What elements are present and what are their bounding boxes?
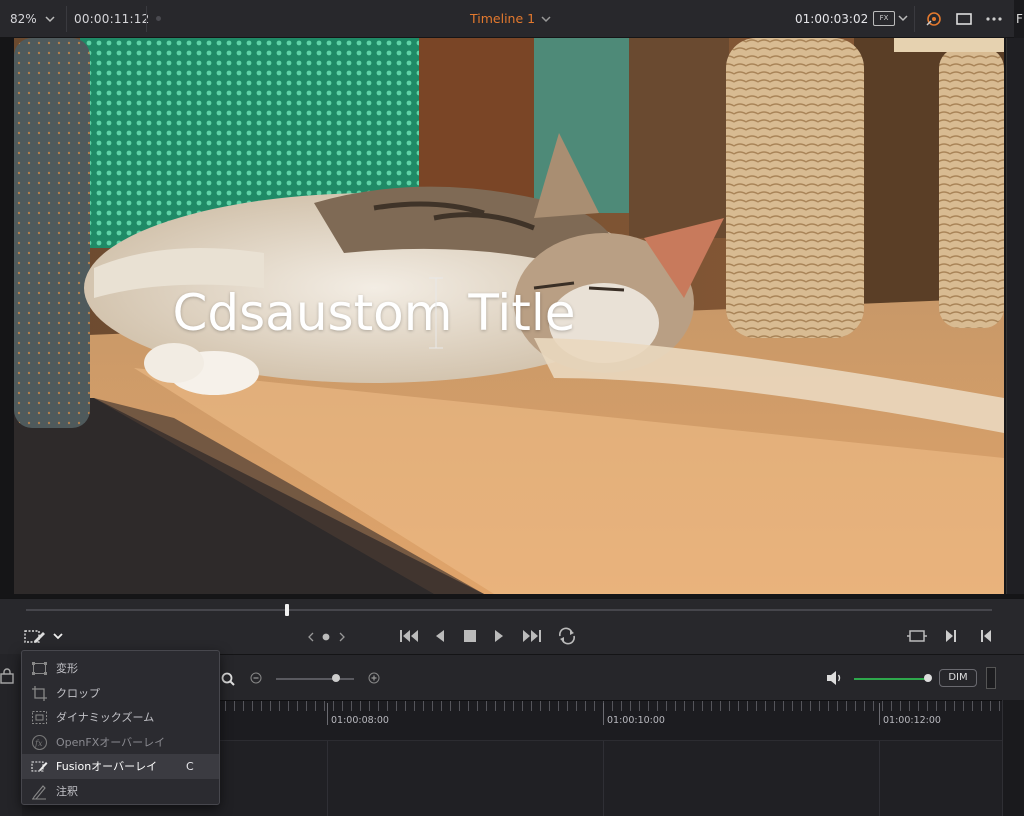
video-frame[interactable]: Cdsaustom Title xyxy=(14,38,1004,594)
crop-icon xyxy=(32,685,47,701)
menu-item-transform[interactable]: 変形 xyxy=(22,656,219,681)
panel-edge-label: F xyxy=(1014,0,1024,38)
track-header-stub xyxy=(0,654,22,816)
zoom-timeline-icon[interactable] xyxy=(220,671,236,687)
color-picker-icon[interactable] xyxy=(924,10,944,28)
source-timecode: 00:00:11:12 xyxy=(74,12,150,26)
play-reverse-icon[interactable] xyxy=(434,629,446,643)
menu-item-label: OpenFXオーバーレイ xyxy=(56,735,166,749)
dynamic-zoom-icon xyxy=(32,711,47,724)
zoom-in-icon[interactable] xyxy=(368,672,380,684)
divider xyxy=(66,6,67,32)
timeline-zoom-slider[interactable] xyxy=(276,678,354,680)
menu-item-label: 注釈 xyxy=(56,784,78,798)
ruler-label: 01:00:08:00 xyxy=(331,715,389,726)
zoom-value: 82% xyxy=(10,12,37,26)
play-icon[interactable] xyxy=(493,629,505,643)
annotation-icon xyxy=(32,784,46,800)
transport-bar xyxy=(0,598,1024,654)
speaker-icon[interactable] xyxy=(826,670,844,686)
menu-item-label: ダイナミックズーム xyxy=(56,711,155,725)
menu-item-crop[interactable]: クロップ xyxy=(22,681,219,706)
previous-marker-icon[interactable] xyxy=(306,631,316,643)
loop-icon[interactable] xyxy=(556,627,578,645)
text-cursor-icon xyxy=(429,277,443,349)
stop-icon[interactable] xyxy=(463,629,477,643)
ruler-major-tick xyxy=(879,703,880,725)
zoom-dropdown[interactable]: 82% xyxy=(10,9,55,29)
chevron-down-icon xyxy=(541,15,551,22)
fx-bypass-icon[interactable]: FX xyxy=(873,11,895,26)
ruler-major-tick xyxy=(327,703,328,725)
chevron-down-icon[interactable] xyxy=(898,11,908,25)
scrub-bar[interactable] xyxy=(26,609,992,611)
menu-item-dynamic-zoom[interactable]: ダイナミックズーム xyxy=(22,705,219,730)
menu-item-label: Fusionオーバーレイ xyxy=(56,760,158,774)
zoom-out-icon[interactable] xyxy=(250,672,262,684)
timeline-name: Timeline 1 xyxy=(470,11,536,26)
fusion-overlay-icon xyxy=(31,761,48,772)
transform-icon xyxy=(32,662,47,675)
overlay-mode-menu: 変形 クロップ ダイナミックズーム fx OpenFXオーバーレイ Fusion… xyxy=(21,650,220,805)
viewer-mode-icon[interactable] xyxy=(955,10,973,28)
audio-meter xyxy=(986,667,996,689)
viewer-side-strip xyxy=(1006,38,1024,594)
previous-clip-icon[interactable] xyxy=(979,629,993,643)
go-to-end-icon[interactable] xyxy=(520,629,542,643)
volume-slider[interactable] xyxy=(854,678,926,680)
vertical-scrollbar[interactable] xyxy=(1002,700,1024,816)
ruler-major-tick xyxy=(603,703,604,725)
ruler-label: 01:00:12:00 xyxy=(883,715,941,726)
playhead-handle[interactable] xyxy=(284,604,289,616)
next-marker-icon[interactable] xyxy=(337,631,347,643)
menu-item-openfx-overlay[interactable]: fx OpenFXオーバーレイ xyxy=(22,730,219,755)
dim-button[interactable]: DIM xyxy=(939,669,977,687)
match-frame-icon[interactable] xyxy=(906,628,928,644)
viewer: Cdsaustom Title xyxy=(0,38,1024,598)
divider xyxy=(146,6,147,32)
timeline-selector[interactable]: Timeline 1 xyxy=(470,11,551,26)
ruler-label: 01:00:10:00 xyxy=(607,715,665,726)
menu-item-annotation[interactable]: 注釈 xyxy=(22,779,219,804)
menu-item-shortcut: C xyxy=(186,759,194,773)
viewer-header: 82% 00:00:11:12 Timeline 1 01:00:03:02 F… xyxy=(0,0,1024,38)
lock-icon[interactable] xyxy=(0,668,14,684)
marker-dot-icon[interactable] xyxy=(321,632,331,642)
next-clip-icon[interactable] xyxy=(944,629,958,643)
openfx-icon: fx xyxy=(31,734,48,750)
record-timecode: 01:00:03:02 xyxy=(795,12,869,26)
grid-line xyxy=(603,741,604,816)
go-to-start-icon[interactable] xyxy=(399,629,421,643)
divider xyxy=(914,6,915,32)
more-options-icon[interactable] xyxy=(985,10,1003,28)
menu-item-label: クロップ xyxy=(56,686,100,700)
menu-item-label: 変形 xyxy=(56,662,78,676)
overlay-tool-icon[interactable] xyxy=(23,627,47,647)
status-dot xyxy=(156,16,161,21)
svg-text:fx: fx xyxy=(34,739,43,748)
title-overlay-text[interactable]: Cdsaustom Title xyxy=(14,284,734,342)
chevron-down-icon[interactable] xyxy=(52,631,64,641)
grid-line xyxy=(327,741,328,816)
menu-item-fusion-overlay[interactable]: Fusionオーバーレイ C xyxy=(22,754,219,779)
volume-knob-icon[interactable] xyxy=(923,673,933,683)
chevron-down-icon xyxy=(45,16,55,23)
grid-line xyxy=(879,741,880,816)
slider-knob-icon[interactable] xyxy=(331,673,341,683)
